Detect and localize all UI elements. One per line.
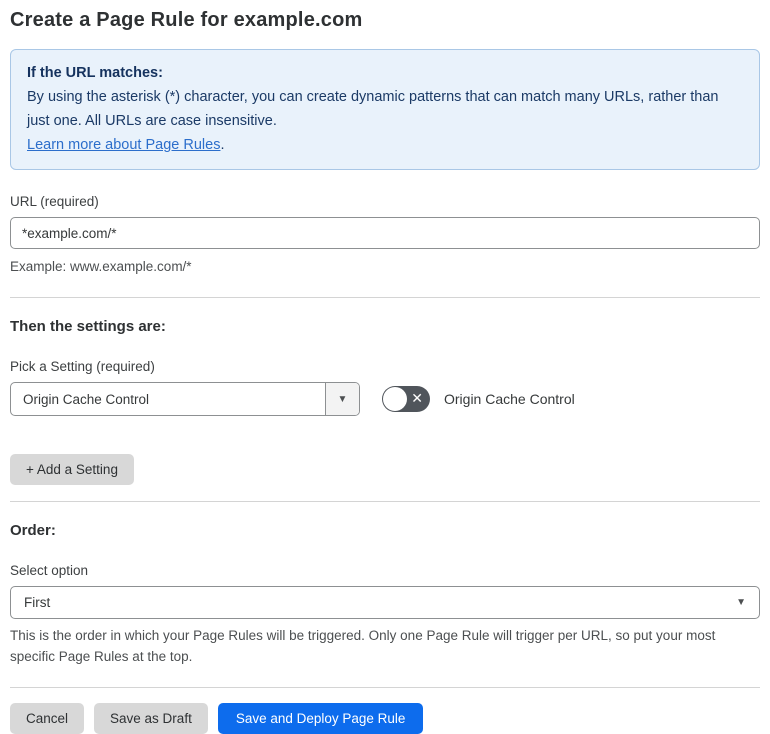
url-example-helper: Example: www.example.com/* bbox=[10, 259, 192, 274]
origin-cache-control-toggle[interactable]: ✕ bbox=[382, 386, 430, 412]
learn-more-link[interactable]: Learn more about Page Rules bbox=[27, 137, 220, 153]
settings-section-heading: Then the settings are: bbox=[10, 318, 166, 335]
cancel-button[interactable]: Cancel bbox=[10, 703, 85, 734]
page-rule-form: Create a Page Rule for example.com If th… bbox=[0, 0, 770, 734]
info-box-heading: If the URL matches: bbox=[27, 65, 163, 81]
save-as-draft-button[interactable]: Save as Draft bbox=[94, 703, 208, 734]
divider bbox=[10, 297, 760, 298]
toggle-off-x-icon: ✕ bbox=[411, 390, 423, 406]
setting-select-value: Origin Cache Control bbox=[23, 391, 150, 407]
order-section-heading: Order: bbox=[10, 522, 56, 539]
divider bbox=[10, 687, 760, 688]
add-setting-button[interactable]: + Add a Setting bbox=[10, 454, 134, 485]
url-input[interactable] bbox=[10, 217, 760, 249]
toggle-knob bbox=[383, 387, 407, 411]
setting-row: Origin Cache Control ▼ ✕ Origin Cache Co… bbox=[10, 382, 760, 416]
info-box-link-line: Learn more about Page Rules. bbox=[27, 133, 743, 157]
page-title: Create a Page Rule for example.com bbox=[10, 9, 363, 31]
order-select-label: Select option bbox=[10, 563, 89, 578]
toggle-label: Origin Cache Control bbox=[444, 391, 575, 407]
info-box-body: By using the asterisk (*) character, you… bbox=[27, 89, 719, 129]
order-select-value: First bbox=[24, 595, 51, 610]
save-and-deploy-button[interactable]: Save and Deploy Page Rule bbox=[217, 703, 424, 734]
chevron-down-icon[interactable]: ▼ bbox=[325, 383, 359, 415]
link-suffix: . bbox=[220, 137, 225, 153]
footer-actions: Cancel Save as Draft Save and Deploy Pag… bbox=[10, 703, 760, 734]
order-select-dropdown[interactable]: First ▼ bbox=[10, 586, 760, 619]
divider bbox=[10, 501, 760, 502]
pick-setting-label: Pick a Setting (required) bbox=[10, 359, 155, 374]
setting-select-dropdown[interactable]: Origin Cache Control ▼ bbox=[10, 382, 360, 416]
order-helper-text: This is the order in which your Page Rul… bbox=[10, 628, 716, 664]
url-field-label: URL (required) bbox=[10, 194, 99, 209]
chevron-down-icon: ▼ bbox=[736, 597, 746, 608]
url-match-info-box: If the URL matches: By using the asteris… bbox=[10, 49, 760, 170]
